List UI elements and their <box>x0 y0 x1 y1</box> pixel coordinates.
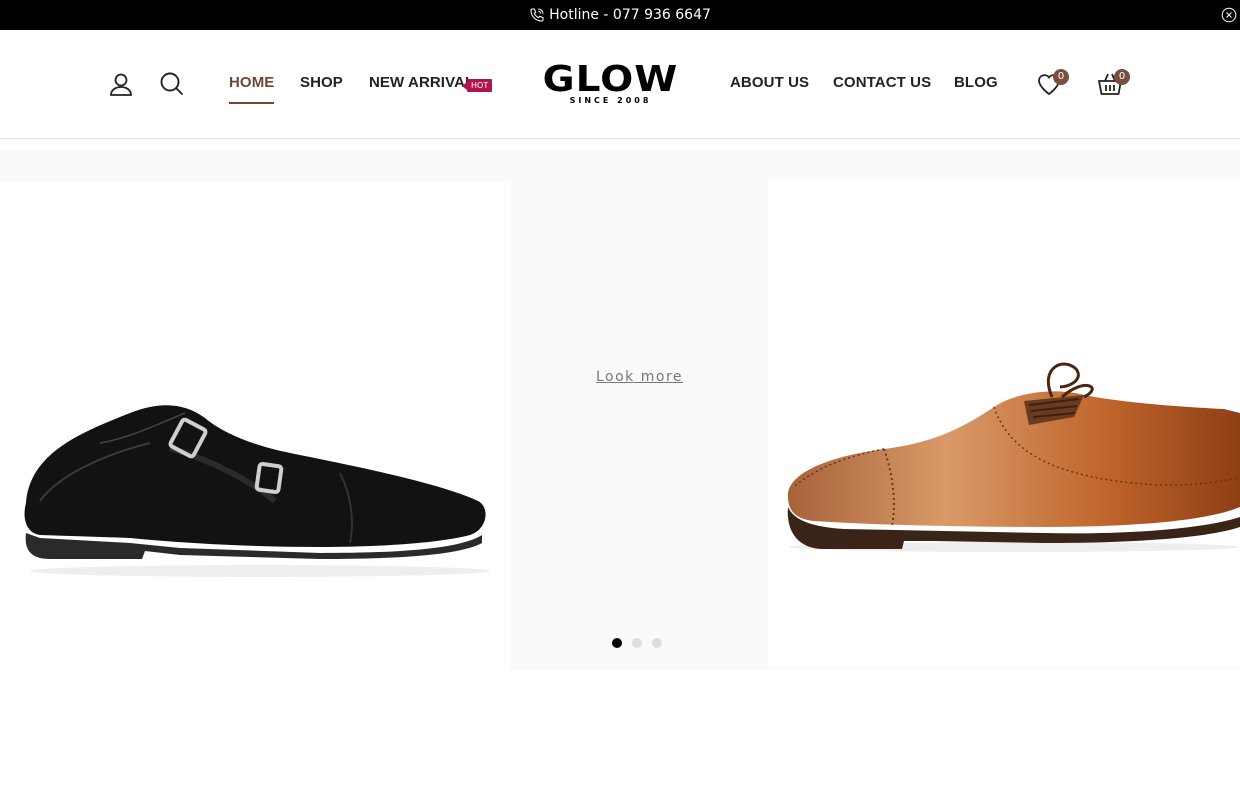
site-logo[interactable]: GLOW SINCE 2008 <box>533 58 688 105</box>
nav-about-us-label: ABOUT US <box>730 74 810 91</box>
tan-oxford-shoe-image[interactable] <box>784 357 1240 557</box>
nav-blog[interactable]: BLOG <box>954 74 998 91</box>
top-announcement-bar: Hotline - 077 936 6647 <box>0 0 1240 30</box>
nav-contact-us-label: CONTACT US <box>833 74 932 91</box>
slider-dot-1[interactable] <box>612 638 622 648</box>
nav-shop[interactable]: SHOP <box>300 74 343 91</box>
slider-dot-3[interactable] <box>652 638 662 648</box>
slider-pagination <box>612 638 662 648</box>
site-header: HOME SHOP NEW ARRIVAL HOT GLOW SINCE 200… <box>0 30 1240 139</box>
nav-new-arrival-label: NEW ARRIVAL <box>369 74 475 91</box>
hotline-text: Hotline - 077 936 6647 <box>549 7 711 23</box>
close-circle-icon[interactable] <box>1221 7 1237 23</box>
user-icon[interactable] <box>108 71 134 97</box>
hero-right-panel <box>768 177 1240 667</box>
nav-shop-label: SHOP <box>300 74 343 91</box>
nav-home-label: HOME <box>229 74 275 91</box>
look-more-link[interactable]: Look more <box>596 369 683 385</box>
nav-contact-us[interactable]: CONTACT US <box>833 74 931 91</box>
nav-new-arrival[interactable]: NEW ARRIVAL <box>369 74 474 91</box>
nav-home[interactable]: HOME <box>229 74 275 104</box>
slider-dot-2[interactable] <box>632 638 642 648</box>
search-icon[interactable] <box>159 71 185 97</box>
cart-count-badge: 0 <box>1114 69 1130 85</box>
logo-word: GLOW <box>542 58 679 101</box>
phone-icon <box>530 8 544 22</box>
black-monk-strap-shoe-image[interactable] <box>20 383 490 583</box>
hero-slider: Look more <box>0 150 1240 670</box>
nav-blog-label: BLOG <box>954 74 998 91</box>
wishlist-count-badge: 0 <box>1053 69 1069 85</box>
nav-about-us[interactable]: ABOUT US <box>730 74 809 91</box>
hot-badge: HOT <box>461 79 493 92</box>
hotline: Hotline - 077 936 6647 <box>0 0 1240 30</box>
hero-left-panel <box>0 183 511 670</box>
